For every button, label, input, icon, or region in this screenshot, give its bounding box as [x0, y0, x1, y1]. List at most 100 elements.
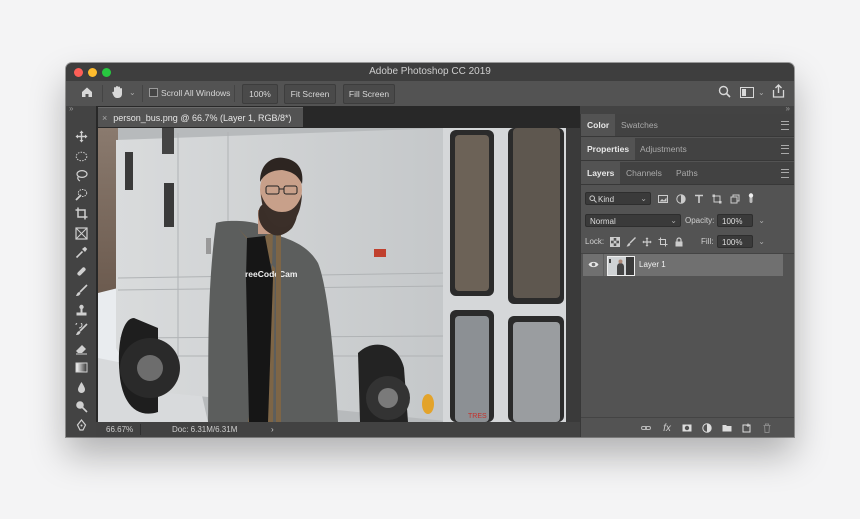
fill-input[interactable]: 100% ⌄ [717, 235, 765, 248]
shirt-text: reeCodeCam [245, 269, 298, 279]
window-title: Adobe Photoshop CC 2019 [369, 66, 491, 77]
blur-tool-icon[interactable] [73, 379, 89, 395]
workspace-chevron-icon[interactable]: ⌄ [758, 84, 765, 102]
opacity-label: Opacity: [685, 216, 715, 225]
layer-row[interactable]: Layer 1 [583, 254, 783, 276]
fill-label: Fill: [701, 237, 714, 246]
sign-text: TRES [468, 413, 487, 420]
home-icon[interactable] [80, 85, 94, 103]
share-icon[interactable] [772, 84, 785, 102]
opacity-value: 100% [722, 217, 743, 226]
tab-color[interactable]: Color [581, 114, 616, 136]
eye-icon[interactable] [588, 259, 599, 272]
canvas-vertical-scrollbar[interactable] [566, 128, 580, 422]
status-bar: 66.67% Doc: 6.31M/6.31M › [96, 422, 580, 437]
zoom-window-button[interactable] [102, 68, 111, 77]
zoom-100-button[interactable]: 100% [242, 84, 278, 104]
add-mask-icon[interactable] [681, 422, 693, 434]
scroll-all-windows-checkbox[interactable]: Scroll All Windows [149, 84, 230, 102]
status-menu-arrow[interactable]: › [271, 422, 274, 437]
new-group-icon[interactable] [721, 422, 733, 434]
layer-name[interactable]: Layer 1 [639, 260, 666, 269]
link-layers-icon[interactable] [640, 422, 652, 434]
chevron-down-icon: ⌄ [670, 216, 677, 225]
tools-panel [66, 114, 97, 437]
blend-mode-value: Normal [590, 217, 616, 226]
lock-all-icon[interactable] [673, 236, 684, 247]
fill-screen-button[interactable]: Fill Screen [343, 84, 395, 104]
lasso-tool-icon[interactable] [73, 167, 89, 183]
history-brush-tool-icon[interactable] [73, 321, 89, 337]
photo-person-bus: TRES reeCodeCam [98, 128, 566, 422]
close-window-button[interactable] [74, 68, 83, 77]
photoshop-window: Adobe Photoshop CC 2019 ⌄ Scroll All Win… [66, 63, 794, 437]
delete-layer-icon[interactable] [761, 422, 773, 434]
opacity-chevron-icon[interactable]: ⌄ [758, 214, 765, 227]
collapse-panels-icon[interactable]: » [786, 104, 790, 113]
dodge-tool-icon[interactable] [73, 398, 89, 414]
frame-tool-icon[interactable] [73, 225, 89, 241]
doc-size-info: Doc: 6.31M/6.31M [172, 425, 238, 434]
tab-layers[interactable]: Layers [581, 162, 621, 184]
tab-paths[interactable]: Paths [670, 162, 704, 184]
fill-value: 100% [722, 238, 743, 247]
document-tab[interactable]: × person_bus.png @ 66.7% (Layer 1, RGB/8*… [98, 107, 303, 127]
workspace-icon[interactable] [740, 86, 754, 104]
fit-screen-button[interactable]: Fit Screen [284, 84, 336, 104]
filter-shape-icon[interactable] [711, 193, 722, 204]
color-panel-menu-icon[interactable] [781, 121, 789, 130]
properties-panel-menu-icon[interactable] [781, 145, 789, 154]
quick-selection-tool-icon[interactable] [73, 186, 89, 202]
color-panel-tabs: Color Swatches [581, 114, 794, 137]
scroll-all-windows-label: Scroll All Windows [161, 88, 231, 98]
document-area: × person_bus.png @ 66.7% (Layer 1, RGB/8*… [96, 106, 580, 437]
properties-panel-tabs: Properties Adjustments [581, 138, 794, 161]
right-panels: Color Swatches Properties Adjustments La… [580, 114, 794, 437]
lock-position-icon[interactable] [641, 236, 652, 247]
move-tool-icon[interactable] [73, 128, 89, 144]
lock-transparent-pixels-icon[interactable] [609, 236, 620, 247]
layers-panel-menu-icon[interactable] [781, 169, 789, 178]
fx-icon[interactable]: fx [661, 422, 673, 434]
eyedropper-tool-icon[interactable] [73, 244, 89, 260]
filter-type-icon[interactable] [693, 193, 704, 204]
chevron-down-icon: ⌄ [640, 194, 647, 203]
minimize-window-button[interactable] [88, 68, 97, 77]
search-icon [589, 193, 597, 206]
new-adjustment-layer-icon[interactable] [701, 422, 713, 434]
close-document-icon[interactable]: × [102, 113, 107, 123]
healing-brush-tool-icon[interactable] [73, 263, 89, 279]
chevron-down-icon[interactable]: ⌄ [129, 84, 136, 102]
zoom-level[interactable]: 66.67% [106, 422, 133, 437]
filter-toggle-icon[interactable] [745, 192, 756, 203]
layers-panel-tabs: Layers Channels Paths [581, 162, 794, 185]
tab-adjustments[interactable]: Adjustments [634, 138, 693, 160]
marquee-tool-icon[interactable] [73, 148, 89, 164]
lock-image-pixels-icon[interactable] [625, 236, 636, 247]
filter-pixel-icon[interactable] [657, 193, 668, 204]
crop-tool-icon[interactable] [73, 205, 89, 221]
gradient-tool-icon[interactable] [73, 359, 89, 375]
lock-artboard-icon[interactable] [657, 236, 668, 247]
fill-chevron-icon[interactable]: ⌄ [758, 235, 765, 248]
tab-swatches[interactable]: Swatches [615, 114, 664, 136]
document-tab-title: person_bus.png @ 66.7% (Layer 1, RGB/8*) [113, 113, 292, 123]
tab-channels[interactable]: Channels [620, 162, 668, 184]
clone-stamp-tool-icon[interactable] [73, 302, 89, 318]
blend-mode-select[interactable]: Normal ⌄ [585, 214, 681, 227]
checkbox-icon [149, 88, 158, 97]
tab-properties[interactable]: Properties [581, 138, 636, 160]
layer-filter-value: Kind [598, 195, 615, 204]
filter-smart-object-icon[interactable] [729, 193, 740, 204]
expand-toolbar-icon[interactable]: » [69, 104, 73, 113]
eraser-tool-icon[interactable] [73, 340, 89, 356]
pen-tool-icon[interactable] [73, 417, 89, 433]
layer-filter-select[interactable]: Kind ⌄ [585, 192, 651, 205]
opacity-input[interactable]: 100% ⌄ [717, 214, 765, 227]
brush-tool-icon[interactable] [73, 282, 89, 298]
search-icon[interactable] [718, 85, 731, 103]
filter-adjustment-icon[interactable] [675, 193, 686, 204]
new-layer-icon[interactable] [741, 422, 753, 434]
hand-icon[interactable] [111, 85, 124, 103]
document-canvas[interactable]: TRES reeCodeCam [98, 128, 566, 422]
